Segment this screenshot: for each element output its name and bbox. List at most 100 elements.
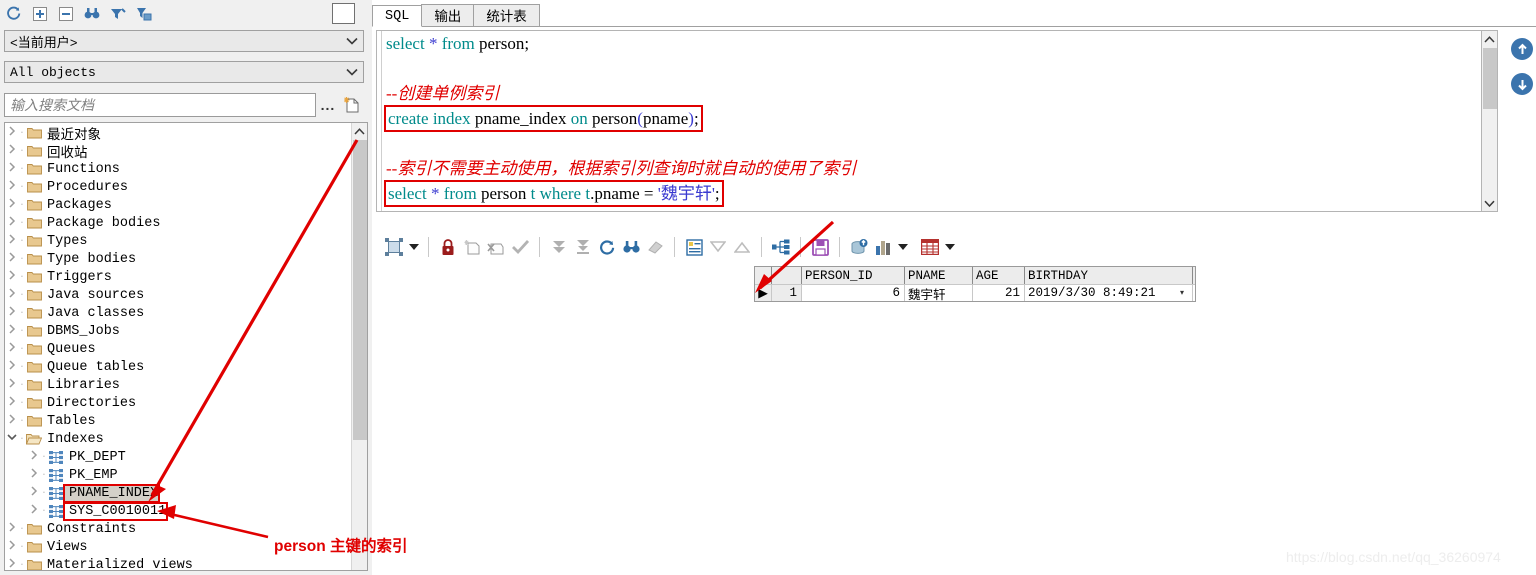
chevron-right-icon[interactable] [5,126,19,140]
tree-item-pname-index[interactable]: · PNAME_INDEX [5,483,351,503]
code-line-l3[interactable]: --创建单例索引 [384,81,1497,106]
collapse-all-icon[interactable] [57,5,74,22]
chevron-right-icon[interactable] [5,162,19,176]
tree-item-[interactable]: · 回收站 [5,142,351,162]
tree-item-indexes[interactable]: · Indexes [5,430,351,448]
chevron-right-icon[interactable] [27,468,41,482]
chevron-right-icon[interactable] [5,324,19,338]
cell-birthday[interactable]: 2019/3/30 8:49:21 ▾ [1025,285,1193,301]
tree-item-packages[interactable]: · Packages [5,196,351,214]
chevron-right-icon[interactable] [27,486,41,500]
results-grid[interactable]: PERSON_ID PNAME AGE BIRTHDAY ▶ 1 6 魏宇轩 2… [754,266,1196,303]
binoculars-icon[interactable] [619,235,643,259]
chevron-right-icon[interactable] [27,450,41,464]
chevron-right-icon[interactable] [5,252,19,266]
chevron-up-icon[interactable] [352,123,367,139]
db-upload-icon[interactable] [847,235,871,259]
chevron-right-icon[interactable] [5,396,19,410]
tree-item-libraries[interactable]: · Libraries [5,376,351,394]
down-to-bar-icon[interactable] [571,235,595,259]
chevron-right-icon[interactable] [5,378,19,392]
filter-folder-icon[interactable] [135,5,152,22]
chevron-right-icon[interactable] [5,306,19,320]
code-line-l7[interactable]: select * from person t where t.pname = '… [384,180,1497,207]
chevron-right-icon[interactable] [5,522,19,536]
tree-item-procedures[interactable]: · Procedures [5,178,351,196]
grid-header-person-id[interactable]: PERSON_ID [802,267,905,284]
bar-chart-icon[interactable] [871,235,895,259]
cell-person-id[interactable]: 6 [802,285,905,301]
tree-item-triggers[interactable]: · Triggers [5,268,351,286]
chevron-right-icon[interactable] [5,288,19,302]
chevron-right-icon[interactable] [27,504,41,518]
sql-code[interactable]: select * from person; --创建单例索引 create ind… [384,31,1497,207]
tree-item-queue-tables[interactable]: · Queue tables [5,358,351,376]
tree-item-type-bodies[interactable]: · Type bodies [5,250,351,268]
tree-item-dbms-jobs[interactable]: · DBMS_Jobs [5,322,351,340]
refresh-icon[interactable] [5,5,22,22]
tree-scroll-thumb[interactable] [353,140,367,440]
current-user-combo[interactable]: <当前用户> [4,30,364,52]
record-view-icon[interactable] [682,235,706,259]
tree-item-directories[interactable]: · Directories [5,394,351,412]
lock-icon[interactable] [436,235,460,259]
chevron-right-icon[interactable] [5,216,19,230]
grid-mode-dropdown-caret-down-icon[interactable] [406,235,421,259]
table-row[interactable]: ▶ 1 6 魏宇轩 21 2019/3/30 8:49:21 ▾ [755,284,1195,303]
object-type-combo[interactable]: All objects [4,61,364,83]
new-document-icon[interactable] [340,96,362,114]
chevron-right-icon[interactable] [5,540,19,554]
sql-editor[interactable]: select * from person; --创建单例索引 create ind… [376,30,1498,212]
tree-item-pk-emp[interactable]: · PK_EMP [5,466,351,484]
chevron-up-icon[interactable] [1482,31,1497,47]
tree-item-pk-dept[interactable]: · PK_DEPT [5,448,351,466]
chevron-down-icon[interactable] [341,31,363,51]
tab-sql[interactable]: SQL [372,5,423,27]
chevron-down-icon[interactable] [1482,195,1497,211]
chevron-down-icon[interactable] [341,62,363,82]
chevron-right-icon[interactable] [5,198,19,212]
chevron-right-icon[interactable] [5,360,19,374]
scroll-up-circle[interactable] [1511,38,1533,60]
editor-scrollbar[interactable] [1481,30,1498,212]
grid-header-age[interactable]: AGE [973,267,1025,284]
scroll-down-circle[interactable] [1511,73,1533,95]
chevron-down-icon[interactable] [5,433,19,445]
object-tree[interactable]: · 最近对象 · 回收站 · Functions · Procedures · Packages ·… [5,123,351,570]
tree-item-queues[interactable]: · Queues [5,340,351,358]
cell-age[interactable]: 21 [973,285,1025,301]
search-input[interactable]: 输入搜索文档 [4,93,316,117]
chevron-right-icon[interactable] [5,270,19,284]
tree-scrollbar[interactable] [351,123,367,570]
code-line-l6[interactable]: --索引不需要主动使用，根据索引列查询时就自动的使用了索引 [384,156,1497,181]
chevron-right-icon[interactable] [5,234,19,248]
tree-item-types[interactable]: · Types [5,232,351,250]
tree-item-functions[interactable]: · Functions [5,160,351,178]
find-icon[interactable] [83,5,100,22]
refresh-icon[interactable] [595,235,619,259]
hierarchy-icon[interactable] [769,235,793,259]
tree-item-materialized-views[interactable]: · Materialized views [5,556,351,570]
tree-item-tables[interactable]: · Tables [5,412,351,430]
cell-pname[interactable]: 魏宇轩 [905,285,973,303]
double-down-icon[interactable] [547,235,571,259]
chevron-right-icon[interactable] [5,342,19,356]
chevron-right-icon[interactable] [5,180,19,194]
tree-item-[interactable]: · 最近对象 [5,124,351,144]
chevron-right-icon[interactable] [5,414,19,428]
grid-header-pname[interactable]: PNAME [905,267,973,284]
caret-down-icon[interactable]: ▾ [1175,288,1189,298]
expand-all-icon[interactable] [31,5,48,22]
grid-select-icon[interactable] [382,235,406,259]
tree-item-java-sources[interactable]: · Java sources [5,286,351,304]
search-more-button[interactable]: ... [316,97,340,113]
table-grid-icon[interactable] [918,235,942,259]
code-line-l4[interactable]: create index pname_index on person(pname… [384,105,1497,132]
chart-dropdown-caret-down-icon[interactable] [895,235,910,259]
code-line-l2[interactable] [384,56,1497,81]
tree-item-sys-c0010011[interactable]: · SYS_C0010011 [5,501,351,521]
tree-item-package-bodies[interactable]: · Package bodies [5,214,351,232]
grid-header-birthday[interactable]: BIRTHDAY [1025,267,1193,284]
table-dropdown-caret-down-icon[interactable] [942,235,957,259]
floppy-save-icon[interactable] [808,235,832,259]
